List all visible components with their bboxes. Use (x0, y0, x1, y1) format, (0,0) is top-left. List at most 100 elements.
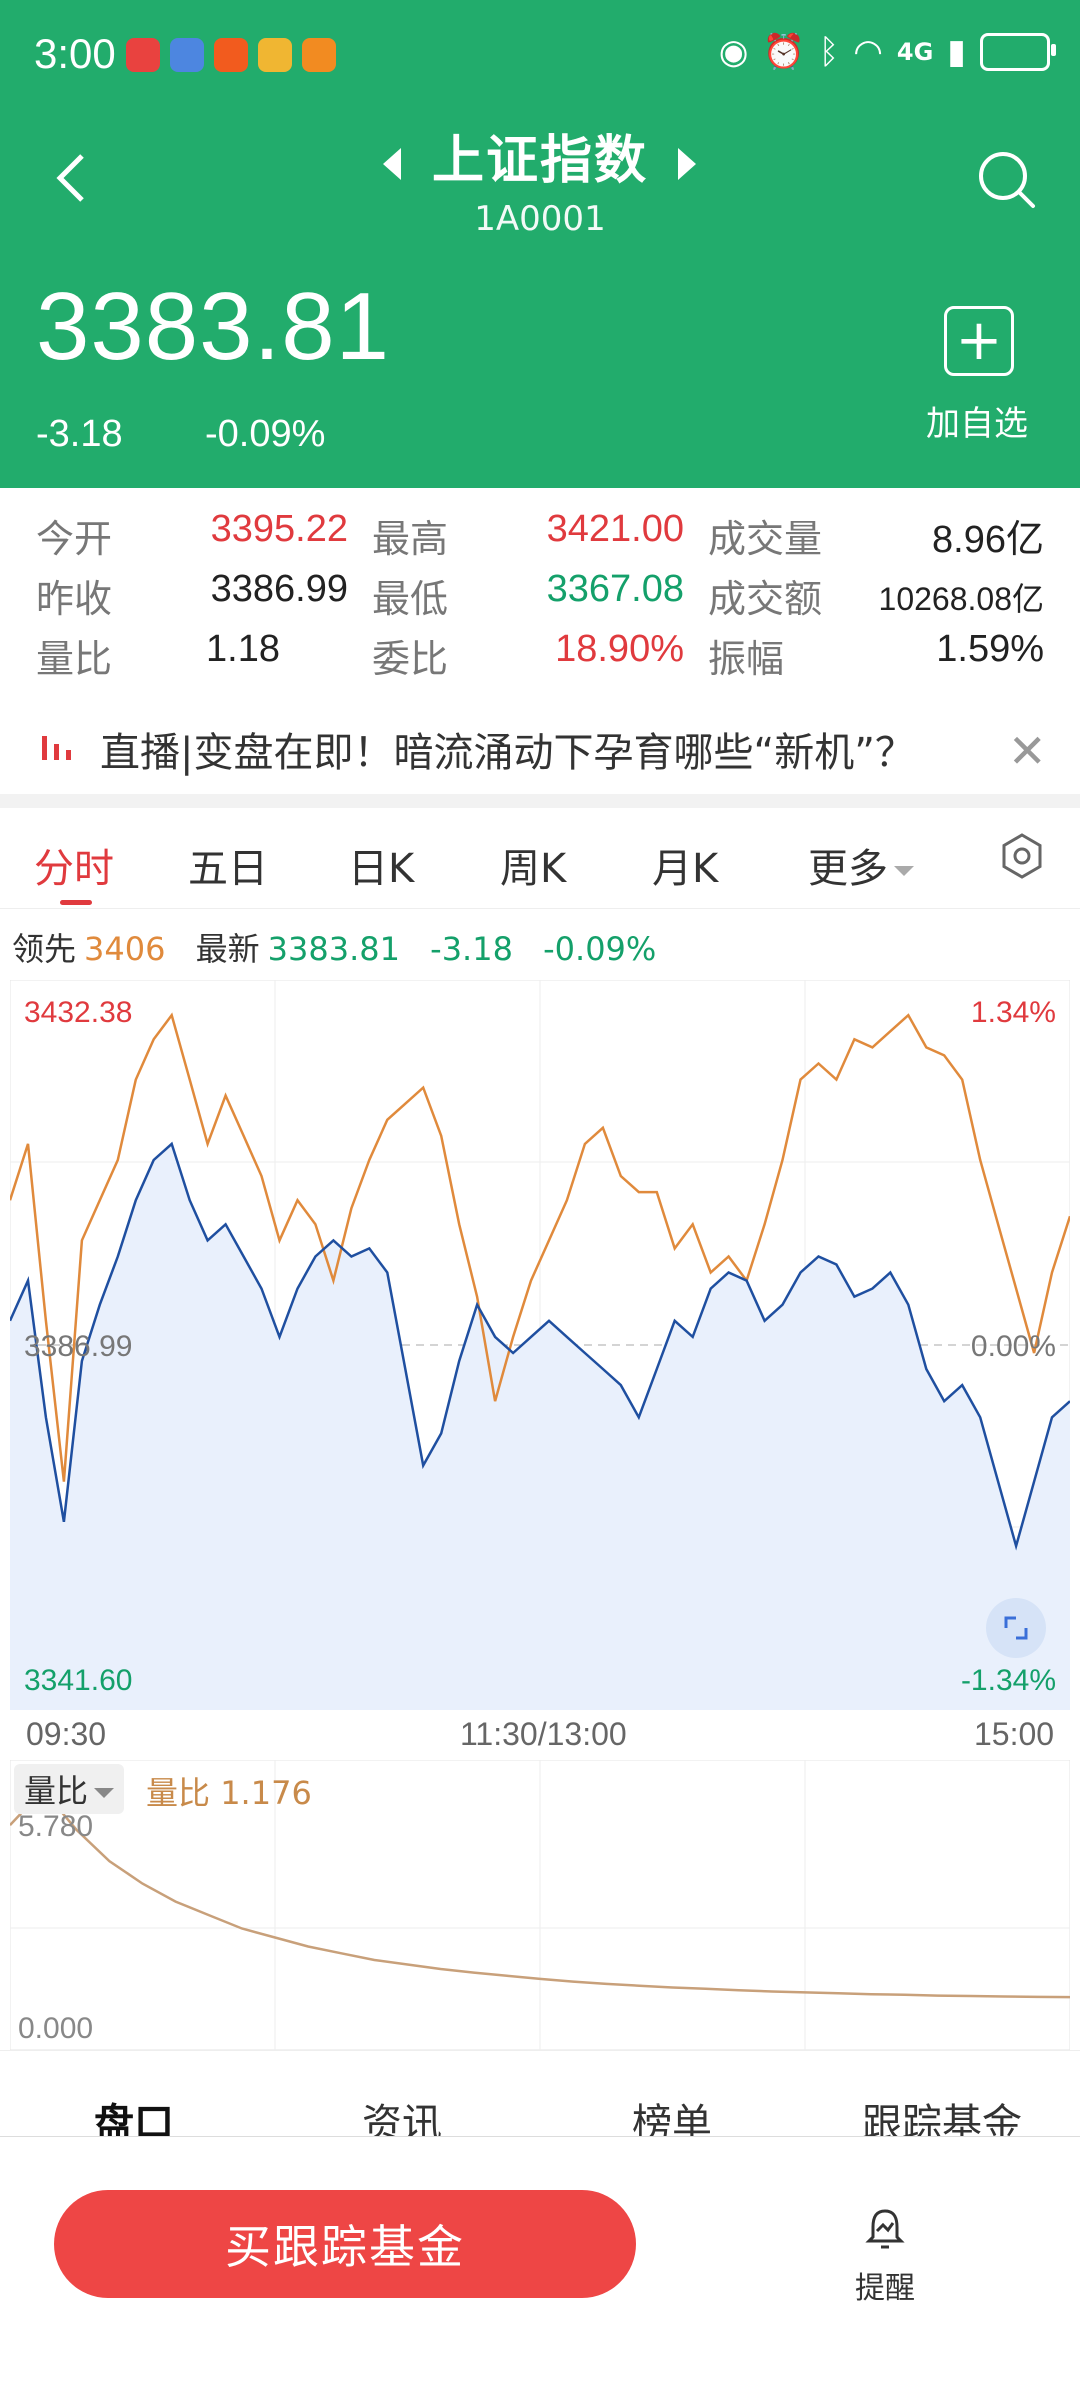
tab-weekly-k[interactable]: 周K (500, 836, 566, 894)
plus-icon: + (955, 308, 1003, 373)
status-bar: 3:00 ◉ ⏰ ᛒ ◠ 4G ▮ (0, 0, 1080, 115)
tab-tracking-funds[interactable]: 跟踪基金 (862, 2091, 1022, 2137)
stat-label: 成交量 (708, 517, 823, 561)
stat-value: 3367.08 (546, 568, 684, 610)
back-button[interactable] (52, 148, 92, 208)
x-axis-mid-label: 11:30/13:00 (460, 1716, 627, 1752)
volume-ratio-tab-label: 量比 (24, 1772, 89, 1810)
price-change: -3.18 (36, 413, 123, 455)
weibo-app-icon (258, 38, 292, 72)
eye-icon: ◉ (718, 32, 749, 72)
leader-value: 3406 (84, 930, 166, 968)
signal-icon: ▮ (947, 32, 966, 72)
y-axis-bottom-label: 3341.60 (24, 1664, 133, 1697)
search-button[interactable] (975, 148, 1039, 216)
chevron-left-icon (56, 154, 84, 202)
quote-header: 3:00 ◉ ⏰ ᛒ ◠ 4G ▮ 上证指数 1A0001 3383.81 -3… (0, 0, 1080, 488)
x-axis-start-label: 09:30 (26, 1716, 107, 1752)
volume-ratio-number: 1.176 (220, 1774, 312, 1812)
y-axis-top-label: 3432.38 (24, 996, 133, 1029)
y-axis-mid-label: 3386.99 (24, 1330, 133, 1363)
search-icon (979, 152, 1035, 208)
volume-axis-bottom-label: 0.000 (18, 2012, 94, 2045)
caret-down-icon (894, 866, 914, 876)
detail-tabs: 盘口 资讯 榜单 跟踪基金 (0, 2050, 1080, 2137)
active-tab-indicator (60, 900, 92, 905)
video-app-icon (302, 38, 336, 72)
x-axis-end-label: 15:00 (974, 1716, 1055, 1752)
stat-label: 成交额 (708, 577, 823, 621)
app-red-icon (126, 38, 160, 72)
stat-label: 最高 (372, 517, 449, 561)
divider (0, 794, 1080, 808)
live-bars-icon (42, 736, 71, 760)
music-app-icon (170, 38, 204, 72)
stats-row: 昨收 3386.99 最低 3367.08 成交额 10268.08亿 (0, 568, 1080, 628)
close-icon[interactable]: ✕ (1008, 724, 1047, 778)
tab-monthly-k[interactable]: 月K (652, 836, 718, 894)
tab-daily-k[interactable]: 日K (348, 836, 414, 894)
stat-value: 1.18 (206, 628, 280, 670)
stat-value: 3386.99 (210, 568, 348, 610)
stat-value: 10268.08亿 (878, 581, 1044, 617)
tab-five-day[interactable]: 五日 (188, 836, 268, 894)
latest-change-percent: -0.09% (543, 930, 657, 968)
stat-label: 振幅 (708, 637, 785, 681)
next-index-button[interactable] (678, 148, 696, 180)
live-banner[interactable]: 直播|变盘在即！暗流涌动下孕育哪些“新机”？ ✕ (0, 698, 1080, 794)
remind-label: 提醒 (855, 2271, 915, 2306)
remind-button[interactable]: 提醒 (850, 2205, 920, 2307)
chart-settings-button[interactable] (998, 832, 1046, 884)
index-code: 1A0001 (474, 199, 606, 239)
settings-icon (1002, 833, 1042, 879)
buy-tracking-fund-button[interactable]: 买跟踪基金 (54, 2190, 636, 2298)
status-time: 3:00 (34, 30, 116, 77)
stat-value: 18.90% (555, 628, 684, 670)
volume-axis-top-label: 5.780 (18, 1810, 94, 1843)
stat-label: 委比 (372, 637, 449, 681)
stats-row: 量比 1.18 委比 18.90% 振幅 1.59% (0, 628, 1080, 688)
pct-axis-top-label: 1.34% (970, 996, 1056, 1029)
pct-axis-mid-label: 0.00% (970, 1330, 1056, 1363)
tab-news[interactable]: 资讯 (362, 2091, 442, 2137)
stat-value: 3395.22 (210, 508, 348, 550)
price-change-percent: -0.09% (205, 413, 326, 455)
latest-change: -3.18 (430, 930, 513, 968)
status-icons: ◉ ⏰ ᛒ ◠ 4G ▮ (718, 32, 1056, 72)
expand-icon (1004, 1616, 1028, 1640)
volume-ratio-selector[interactable]: 量比 (14, 1764, 125, 1814)
taobao-app-icon (214, 38, 248, 72)
intraday-info: 领先 3406 最新 3383.81 -3.18 -0.09% (12, 924, 664, 970)
tab-more-label: 更多 (808, 846, 888, 892)
volume-ratio-value: 量比 1.176 (146, 1768, 312, 1814)
chart-tabs: 分时 五日 日K 周K 月K 更多 (0, 808, 1080, 909)
current-price: 3383.81 (36, 273, 391, 380)
notification-app-icons (126, 38, 336, 72)
banner-text[interactable]: 直播|变盘在即！暗流涌动下孕育哪些“新机”？ (100, 720, 915, 778)
alarm-icon: ⏰ (762, 32, 805, 72)
stat-label: 今开 (36, 517, 113, 561)
add-watchlist-label[interactable]: 加自选 (926, 396, 1028, 445)
battery-icon (980, 33, 1056, 71)
expand-chart-button[interactable] (986, 1598, 1046, 1658)
tab-intraday[interactable]: 分时 (34, 836, 114, 894)
stat-value: 1.59% (936, 628, 1044, 670)
quote-stats: 今开 3395.22 最高 3421.00 成交量 8.96亿 昨收 3386.… (0, 488, 1080, 698)
pct-axis-bottom-label: -1.34% (960, 1664, 1056, 1697)
wifi-icon: ◠ (853, 32, 883, 72)
add-watchlist-button[interactable]: + (944, 306, 1014, 376)
stat-label: 昨收 (36, 577, 113, 621)
bell-icon (865, 2209, 905, 2249)
tab-order-book[interactable]: 盘口 (94, 2091, 174, 2137)
stat-label: 最低 (372, 577, 449, 621)
network-label: 4G (896, 38, 934, 66)
tab-more[interactable]: 更多 (808, 836, 914, 894)
stat-value: 3421.00 (546, 508, 684, 550)
stats-row: 今开 3395.22 最高 3421.00 成交量 8.96亿 (0, 508, 1080, 568)
latest-label: 最新 (195, 930, 260, 968)
stat-label: 量比 (36, 637, 113, 681)
tab-rankings[interactable]: 榜单 (632, 2091, 712, 2137)
latest-value: 3383.81 (267, 930, 400, 968)
leader-label: 领先 (12, 930, 77, 968)
intraday-chart[interactable] (10, 980, 1070, 1710)
